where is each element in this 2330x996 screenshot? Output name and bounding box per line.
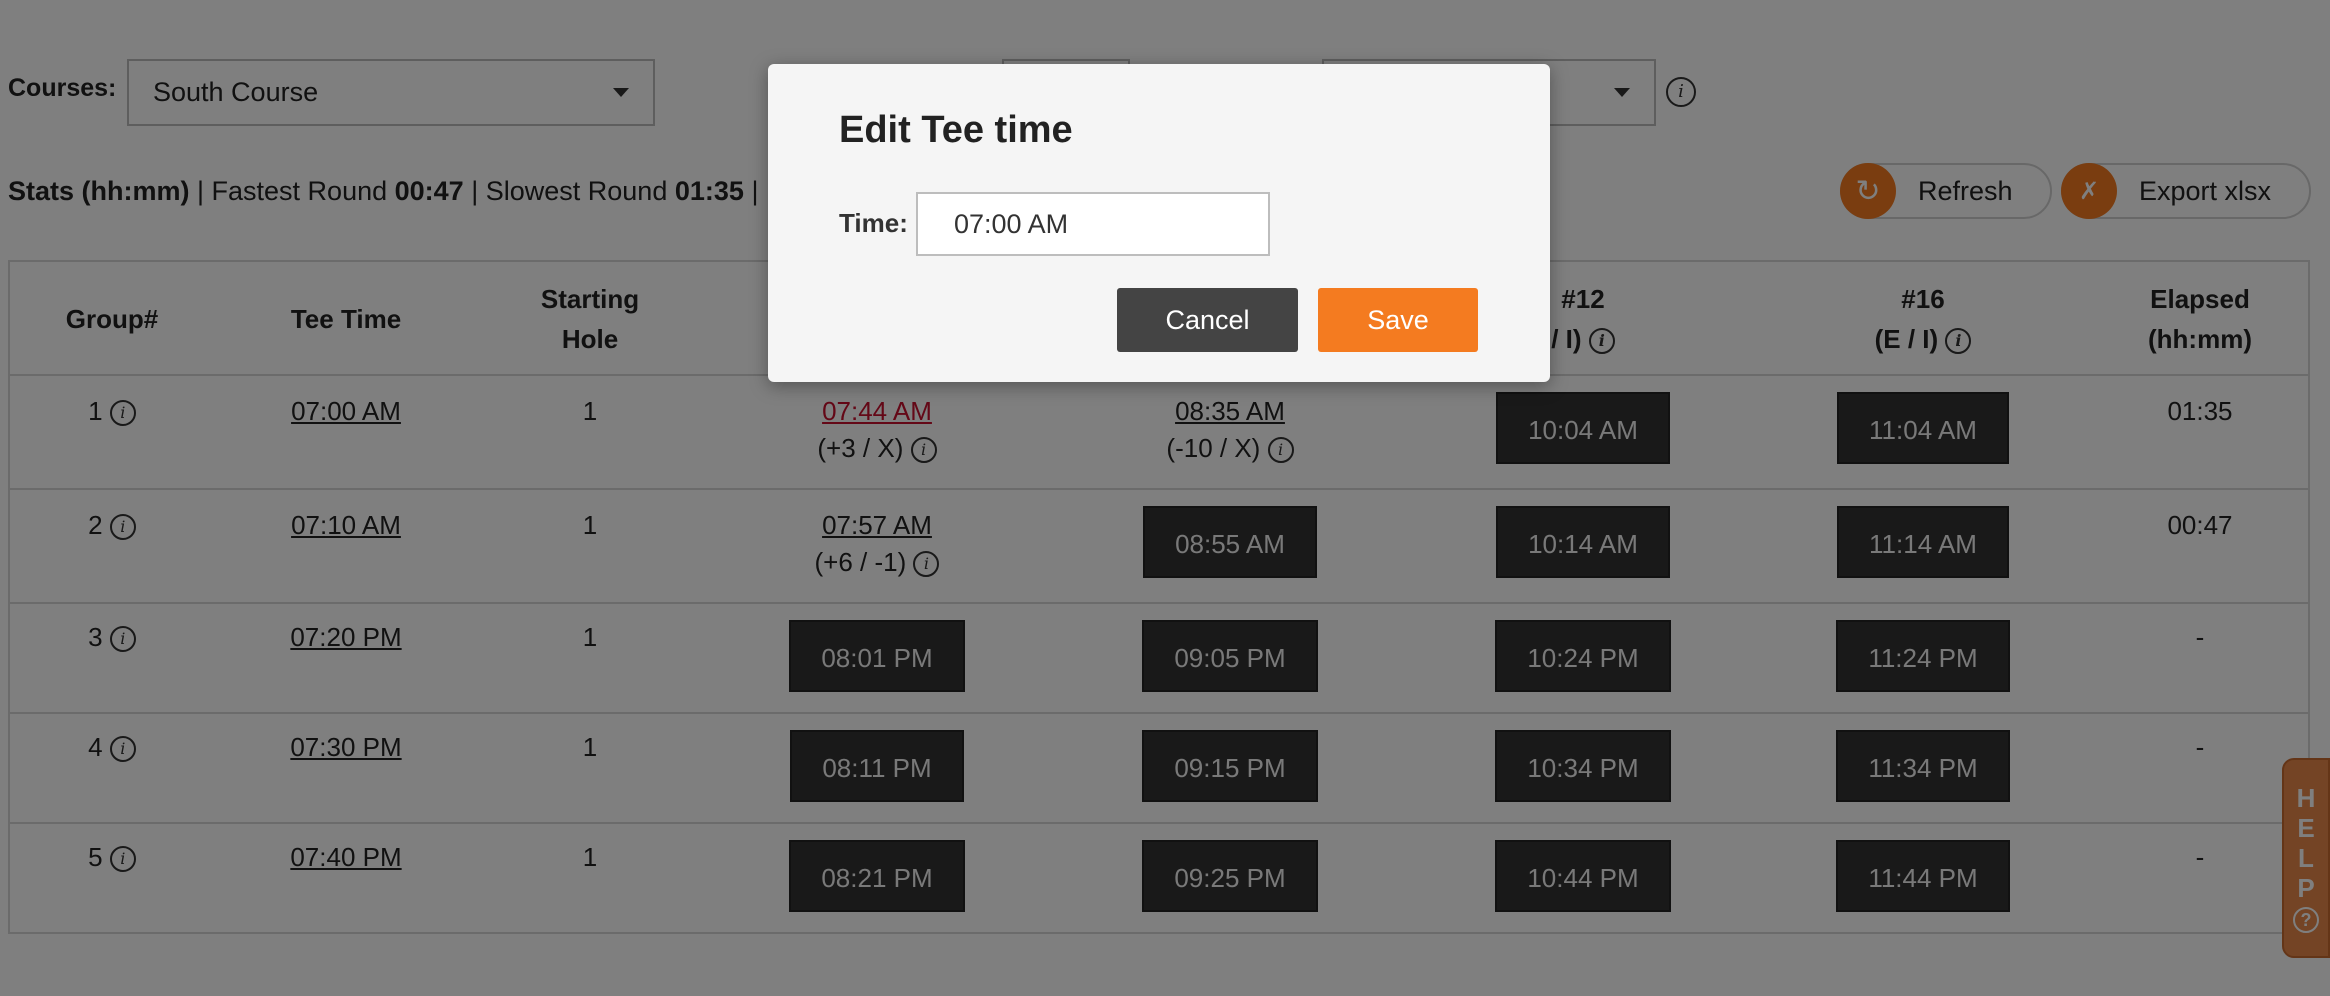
dialog-title: Edit Tee time bbox=[839, 109, 1073, 151]
edit-tee-time-dialog: Edit Tee time Time: Cancel Save bbox=[768, 64, 1550, 382]
time-label: Time: bbox=[839, 208, 908, 238]
cancel-button[interactable]: Cancel bbox=[1117, 288, 1298, 352]
save-button[interactable]: Save bbox=[1318, 288, 1478, 352]
time-input[interactable] bbox=[916, 192, 1270, 256]
